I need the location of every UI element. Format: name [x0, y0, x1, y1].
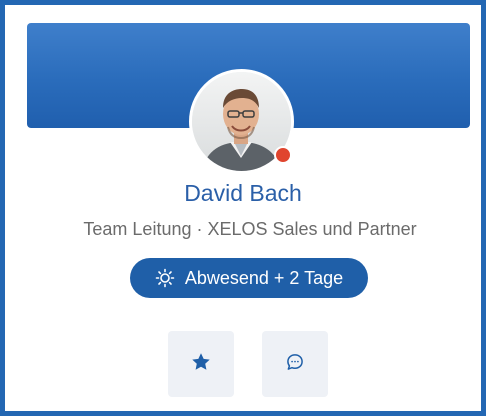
favorite-button[interactable] — [168, 331, 234, 397]
profile-name[interactable]: David Bach — [0, 180, 486, 207]
status-badge[interactable]: Abwesend + 2 Tage — [130, 258, 368, 298]
avatar-container[interactable] — [189, 69, 294, 174]
sun-icon — [155, 268, 175, 288]
star-icon — [190, 351, 212, 378]
chat-bubble-icon — [285, 352, 305, 377]
chat-button[interactable] — [262, 331, 328, 397]
status-label: Abwesend + 2 Tage — [184, 267, 344, 288]
presence-status-dot — [274, 146, 292, 164]
profile-role: Team Leitung · XELOS Sales und Partner — [83, 219, 417, 239]
